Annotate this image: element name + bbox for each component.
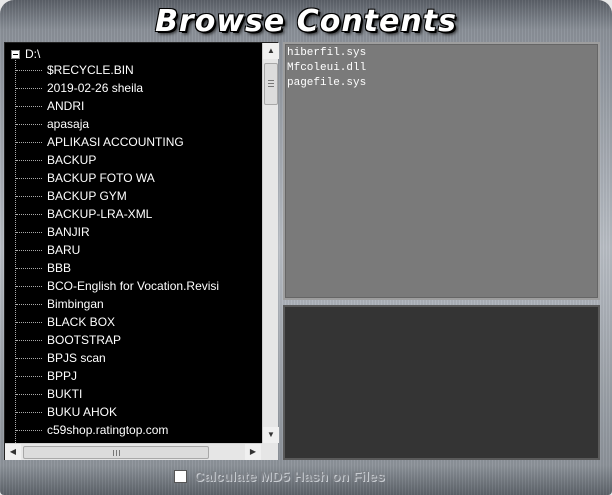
file-list-item[interactable]: hiberfil.sys xyxy=(285,46,366,61)
file-list-item[interactable]: Mfcoleui.dll xyxy=(285,61,366,76)
tree-children: $RECYCLE.BIN 2019-02-26 sheila ANDRI apasaj… xyxy=(5,61,262,439)
tree-vertical-scrollbar[interactable]: ▲ ▼ xyxy=(262,43,279,443)
file-list-panel[interactable]: hiberfil.sys Mfcoleui.dll pagefile.sys xyxy=(283,42,600,300)
vertical-scroll-thumb[interactable] xyxy=(264,63,278,105)
tree-item[interactable]: c59shop.ratingtop.com xyxy=(5,421,262,439)
scroll-up-arrow-icon[interactable]: ▲ xyxy=(263,43,279,59)
tree-item[interactable]: 2019-02-26 sheila xyxy=(5,79,262,97)
tree-root-label: D:\ xyxy=(25,47,41,61)
tree-item[interactable]: Bimbingan xyxy=(5,295,262,313)
tree-horizontal-scrollbar[interactable]: ◀ ▶ xyxy=(5,443,262,460)
tree-item[interactable]: BOOTSTRAP xyxy=(5,331,262,349)
tree-item[interactable]: BACKUP FOTO WA xyxy=(5,169,262,187)
tree-item[interactable]: ANDRI xyxy=(5,97,262,115)
tree-item[interactable]: BCO-English for Vocation.Revisi xyxy=(5,277,262,295)
file-preview-panel xyxy=(283,305,600,460)
tree-item[interactable]: BARU xyxy=(5,241,262,259)
scroll-down-arrow-icon[interactable]: ▼ xyxy=(263,427,279,443)
file-list-item[interactable]: pagefile.sys xyxy=(285,76,366,91)
tree-item[interactable]: BUKTI xyxy=(5,385,262,403)
directory-tree[interactable]: D:\ $RECYCLE.BIN 2019-02-26 sheila ANDRI ap… xyxy=(5,43,262,443)
scrollbar-corner xyxy=(262,443,278,460)
md5-option[interactable]: Calculate MD5 Hash on Files xyxy=(174,467,385,485)
tree-item[interactable]: apasaja xyxy=(5,115,262,133)
tree-item[interactable]: BLACK BOX xyxy=(5,313,262,331)
tree-item[interactable]: BACKUP-LRA-XML xyxy=(5,205,262,223)
window-title: Browse Contents xyxy=(155,4,457,39)
md5-label[interactable]: Calculate MD5 Hash on Files xyxy=(194,468,385,484)
directory-tree-panel: D:\ $RECYCLE.BIN 2019-02-26 sheila ANDRI ap… xyxy=(4,42,279,460)
tree-item[interactable]: BANJIR xyxy=(5,223,262,241)
tree-item[interactable]: BPPJ xyxy=(5,367,262,385)
scroll-right-arrow-icon[interactable]: ▶ xyxy=(245,444,261,460)
tree-item[interactable]: BBB xyxy=(5,259,262,277)
horizontal-scroll-thumb[interactable] xyxy=(23,446,209,459)
tree-item[interactable]: APLIKASI ACCOUNTING xyxy=(5,133,262,151)
tree-item[interactable]: BPJS scan xyxy=(5,349,262,367)
tree-item[interactable]: BACKUP GYM xyxy=(5,187,262,205)
tree-item[interactable]: BUKU AHOK xyxy=(5,403,262,421)
md5-checkbox[interactable] xyxy=(174,469,187,483)
scroll-left-arrow-icon[interactable]: ◀ xyxy=(5,444,21,460)
collapse-icon[interactable] xyxy=(11,49,20,59)
browse-window: Browse Contents D:\ $RECYCLE.BIN 2019-02-… xyxy=(0,0,612,495)
tree-item[interactable]: BACKUP xyxy=(5,151,262,169)
file-list: hiberfil.sys Mfcoleui.dll pagefile.sys xyxy=(285,46,366,91)
tree-item[interactable]: $RECYCLE.BIN xyxy=(5,61,262,79)
